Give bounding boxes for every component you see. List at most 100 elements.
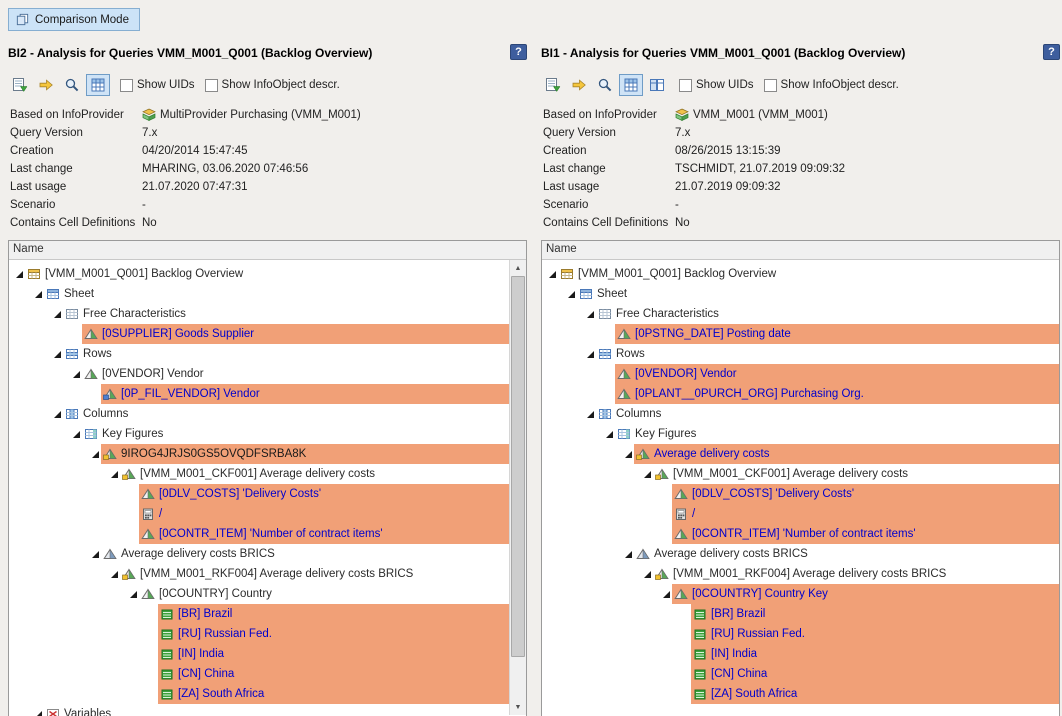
scrollbar-track[interactable] (510, 276, 526, 699)
tree-node[interactable]: [0PSTNG_DATE] Posting date (542, 324, 1059, 344)
tree-node[interactable]: [0DLV_COSTS] 'Delivery Costs' (9, 484, 509, 504)
expander-icon[interactable] (641, 470, 653, 479)
compare-grid-button[interactable] (645, 74, 669, 96)
tree-node[interactable]: [0CONTR_ITEM] 'Number of contract items' (9, 524, 509, 544)
tree-node[interactable]: [0SUPPLIER] Goods Supplier (9, 324, 509, 344)
tree-node[interactable]: Average delivery costs BRICS (9, 544, 509, 564)
expander-icon[interactable] (70, 370, 82, 379)
tree-node[interactable]: Variables (9, 704, 509, 716)
tree-node-label: [VMM_M001_Q001] Backlog Overview (45, 268, 243, 280)
expand-grid-button[interactable] (86, 74, 110, 96)
expander-icon[interactable] (51, 410, 63, 419)
tree-node[interactable]: Rows (542, 344, 1059, 364)
checkbox-option[interactable]: Show UIDs (120, 79, 195, 92)
expander-icon[interactable] (32, 290, 44, 299)
checkbox[interactable] (764, 79, 777, 92)
checkbox[interactable] (205, 79, 218, 92)
result-table-button[interactable] (8, 74, 32, 96)
scroll-up-icon[interactable]: ▲ (510, 260, 526, 276)
tree-node[interactable]: [VMM_M001_CKF001] Average delivery costs (542, 464, 1059, 484)
tree-node[interactable]: [VMM_M001_RKF004] Average delivery costs… (9, 564, 509, 584)
expander-icon[interactable] (108, 470, 120, 479)
tree-node[interactable]: / (542, 504, 1059, 524)
tree-node[interactable]: [0COUNTRY] Country Key (542, 584, 1059, 604)
checkbox-option[interactable]: Show InfoObject descr. (764, 79, 899, 92)
result-table-button[interactable] (541, 74, 565, 96)
tree-node[interactable]: [0PLANT__0PURCH_ORG] Purchasing Org. (542, 384, 1059, 404)
tree-node[interactable]: Free Characteristics (9, 304, 509, 324)
tree-node[interactable]: [RU] Russian Fed. (9, 624, 509, 644)
tree-node[interactable]: [ZA] South Africa (542, 684, 1059, 704)
tree-node[interactable]: Columns (542, 404, 1059, 424)
tree-node[interactable]: [0DLV_COSTS] 'Delivery Costs' (542, 484, 1059, 504)
tree-node[interactable]: Average delivery costs (542, 444, 1059, 464)
tree-node[interactable]: [IN] India (9, 644, 509, 664)
tree-node[interactable]: Sheet (9, 284, 509, 304)
tree-node[interactable]: [0CONTR_ITEM] 'Number of contract items' (542, 524, 1059, 544)
info-row: Scenario- (10, 196, 527, 214)
expander-icon[interactable] (108, 570, 120, 579)
expander-icon[interactable] (70, 430, 82, 439)
expander-icon[interactable] (622, 450, 634, 459)
expander-icon[interactable] (13, 270, 25, 279)
tree-node[interactable]: [0COUNTRY] Country (9, 584, 509, 604)
adjust-arrows-button[interactable] (567, 74, 591, 96)
expander-icon[interactable] (622, 550, 634, 559)
tree-node[interactable]: / (9, 504, 509, 524)
tree-node[interactable]: [ZA] South Africa (9, 684, 509, 704)
info-label: Last change (543, 163, 675, 175)
expander-icon[interactable] (127, 590, 139, 599)
comparison-mode-button[interactable]: Comparison Mode (8, 8, 140, 31)
tree-node[interactable]: Free Characteristics (542, 304, 1059, 324)
checkbox-option[interactable]: Show UIDs (679, 79, 754, 92)
tree-node[interactable]: Rows (9, 344, 509, 364)
tree-node[interactable]: [RU] Russian Fed. (542, 624, 1059, 644)
expander-icon[interactable] (641, 570, 653, 579)
checkbox[interactable] (679, 79, 692, 92)
tree-node[interactable]: [CN] China (9, 664, 509, 684)
expander-icon[interactable] (660, 590, 672, 599)
magnifier-button[interactable] (60, 74, 84, 96)
tree-node[interactable]: [IN] India (542, 644, 1059, 664)
tree-node[interactable]: [VMM_M001_Q001] Backlog Overview (542, 264, 1059, 284)
magnifier-button[interactable] (593, 74, 617, 96)
expander-icon[interactable] (546, 270, 558, 279)
tree-node[interactable]: Sheet (542, 284, 1059, 304)
adjust-arrows-button[interactable] (34, 74, 58, 96)
expander-icon[interactable] (584, 310, 596, 319)
expander-icon[interactable] (89, 550, 101, 559)
expander-icon[interactable] (603, 430, 615, 439)
tree-node[interactable]: [CN] China (542, 664, 1059, 684)
infoprovider-icon (675, 108, 689, 122)
expander-icon[interactable] (89, 450, 101, 459)
checkbox-option[interactable]: Show InfoObject descr. (205, 79, 340, 92)
tree-node[interactable]: [0VENDOR] Vendor (9, 364, 509, 384)
expander-icon[interactable] (51, 310, 63, 319)
help-icon[interactable]: ? (510, 44, 527, 60)
tree-node[interactable]: [BR] Brazil (9, 604, 509, 624)
tree-node[interactable]: [VMM_M001_Q001] Backlog Overview (9, 264, 509, 284)
tree-node[interactable]: [0VENDOR] Vendor (542, 364, 1059, 384)
tree-node[interactable]: Key Figures (542, 424, 1059, 444)
tree-scrollbar[interactable]: ▲ ▼ (509, 260, 526, 715)
tree-node[interactable]: Average delivery costs BRICS (542, 544, 1059, 564)
expander-icon[interactable] (584, 410, 596, 419)
tree-node[interactable]: [0P_FIL_VENDOR] Vendor (9, 384, 509, 404)
tree-node[interactable]: Columns (9, 404, 509, 424)
expander-icon[interactable] (584, 350, 596, 359)
checkbox[interactable] (120, 79, 133, 92)
expander-icon[interactable] (32, 710, 44, 716)
scroll-down-icon[interactable]: ▼ (510, 699, 526, 715)
tree-node[interactable]: [BR] Brazil (542, 604, 1059, 624)
tree-node[interactable]: [VMM_M001_RKF004] Average delivery costs… (542, 564, 1059, 584)
expand-grid-button[interactable] (619, 74, 643, 96)
help-icon[interactable]: ? (1043, 44, 1060, 60)
expander-icon[interactable] (51, 350, 63, 359)
tree-node[interactable]: 9IROG4JRJS0GS5OVQDFSRBA8K (9, 444, 509, 464)
tree-node[interactable]: [VMM_M001_CKF001] Average delivery costs (9, 464, 509, 484)
tree-node-label: [IN] India (178, 648, 224, 660)
scrollbar-thumb[interactable] (511, 276, 525, 657)
tree-node[interactable]: Key Figures (9, 424, 509, 444)
expander-icon[interactable] (565, 290, 577, 299)
info-row: Last usage21.07.2020 07:47:31 (10, 178, 527, 196)
